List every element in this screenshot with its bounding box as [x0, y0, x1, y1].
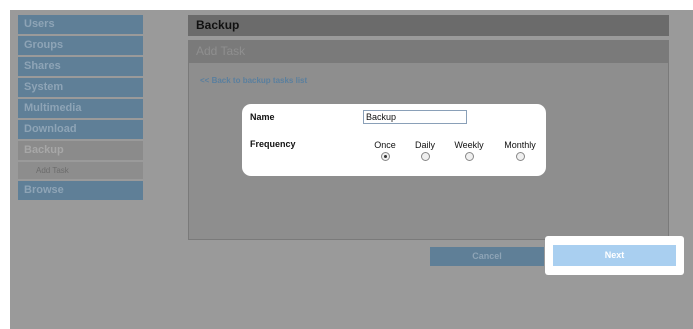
sidebar-item-browse[interactable]: Browse	[18, 181, 143, 200]
option-label: Once	[374, 140, 396, 150]
sidebar: Users Groups Shares System Multimedia Do…	[18, 15, 143, 202]
page-title: Backup	[188, 15, 669, 36]
sidebar-item-system[interactable]: System	[18, 78, 143, 97]
add-task-form: Name Frequency Once Daily Weekly Monthly	[242, 104, 546, 176]
option-label: Daily	[414, 140, 435, 150]
frequency-option-weekly[interactable]: Weekly	[449, 140, 489, 161]
top-border	[0, 0, 693, 10]
next-button[interactable]: Next	[553, 245, 676, 266]
frequency-option-daily[interactable]: Daily	[405, 140, 445, 161]
radio-weekly[interactable]	[464, 152, 474, 161]
sidebar-item-shares[interactable]: Shares	[18, 57, 143, 76]
left-border	[0, 0, 10, 329]
radio-once[interactable]	[380, 152, 390, 161]
section-title: Add Task	[188, 40, 669, 62]
option-label: Monthly	[504, 140, 536, 150]
name-label: Name	[250, 112, 275, 122]
option-label: Weekly	[454, 140, 484, 150]
sidebar-item-groups[interactable]: Groups	[18, 36, 143, 55]
sidebar-item-multimedia[interactable]: Multimedia	[18, 99, 143, 118]
frequency-option-once[interactable]: Once	[365, 140, 405, 161]
sidebar-item-backup[interactable]: Backup	[18, 141, 143, 160]
cancel-button[interactable]: Cancel	[430, 247, 544, 266]
name-field[interactable]	[363, 110, 467, 124]
sidebar-item-users[interactable]: Users	[18, 15, 143, 34]
sidebar-subitem-add-task[interactable]: Add Task	[18, 162, 143, 179]
back-link[interactable]: << Back to backup tasks list	[200, 76, 307, 85]
radio-daily[interactable]	[420, 152, 430, 161]
frequency-label: Frequency	[250, 139, 296, 149]
frequency-option-monthly[interactable]: Monthly	[500, 140, 540, 161]
radio-monthly[interactable]	[515, 152, 525, 161]
sidebar-item-download[interactable]: Download	[18, 120, 143, 139]
